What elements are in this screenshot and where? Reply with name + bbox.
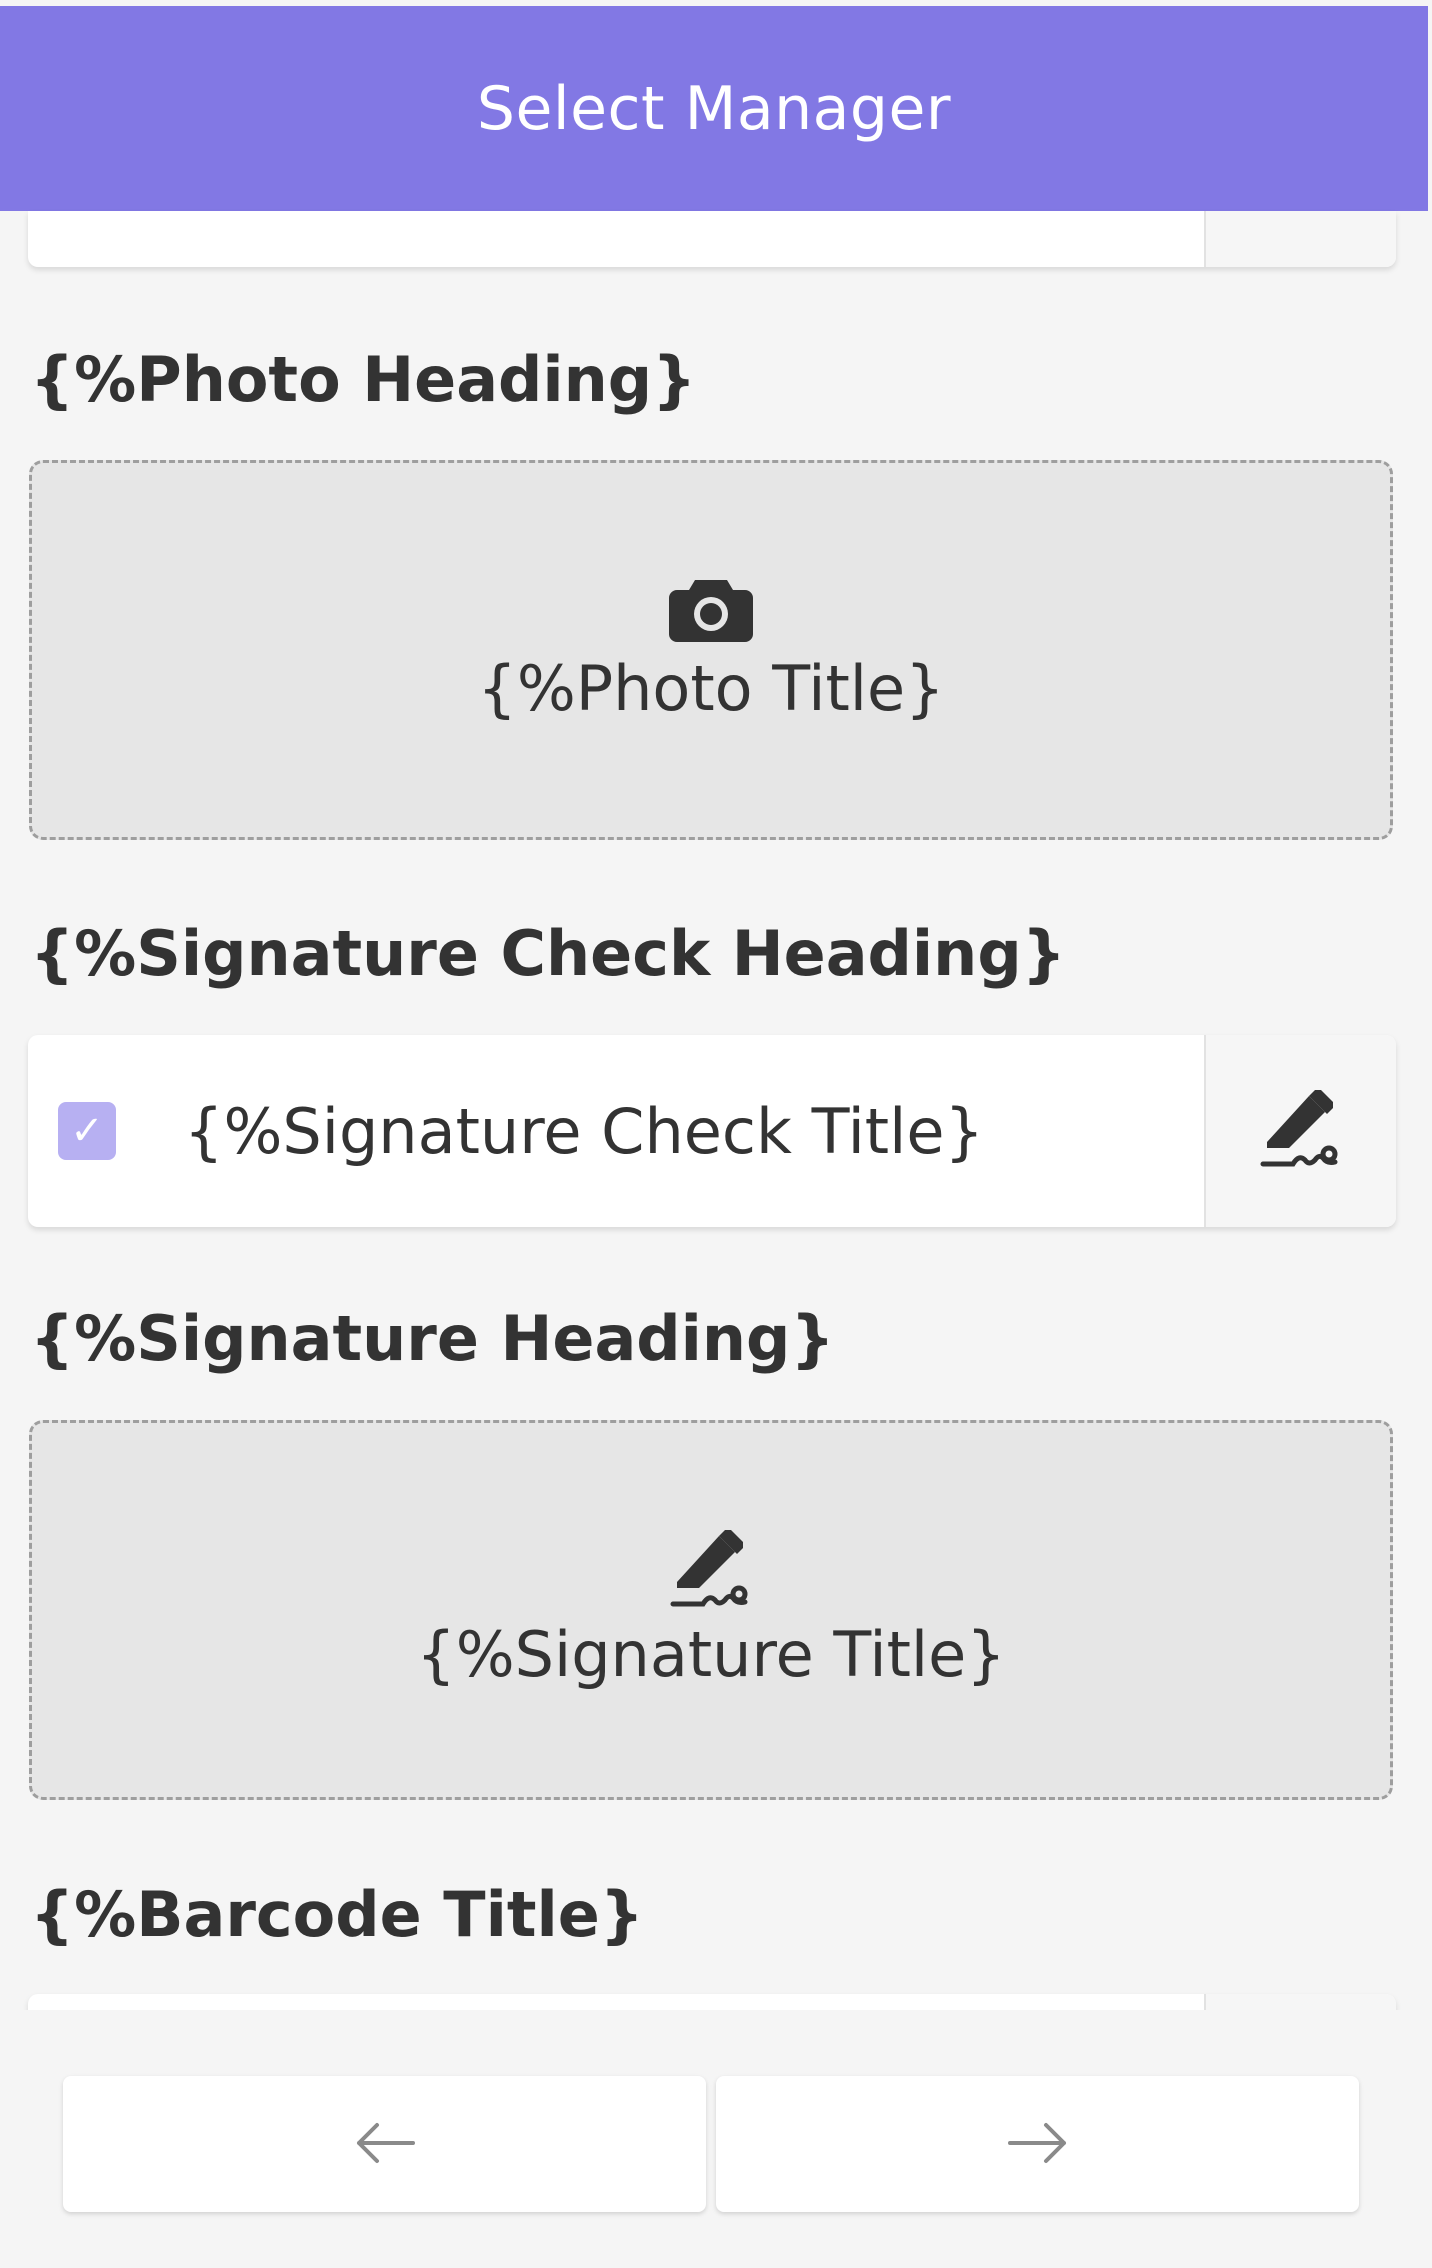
- signature-dropzone[interactable]: {%Signature Title}: [29, 1420, 1393, 1800]
- signature-title: {%Signature Title}: [416, 1617, 1006, 1691]
- signature-check-heading: {%Signature Check Heading}: [30, 917, 1066, 990]
- next-button[interactable]: [716, 2076, 1359, 2212]
- previous-button[interactable]: [63, 2076, 706, 2212]
- signature-icon: [1259, 1090, 1343, 1172]
- app-header: Select Manager: [0, 6, 1428, 211]
- signature-icon: [669, 1529, 753, 1612]
- arrow-left-icon: [355, 2107, 415, 2181]
- photo-title: {%Photo Title}: [477, 651, 945, 725]
- signature-heading: {%Signature Heading}: [30, 1302, 835, 1375]
- camera-icon: [669, 576, 753, 646]
- signature-check-checkbox[interactable]: ✓: [58, 1102, 116, 1160]
- arrow-right-icon: [1007, 2107, 1068, 2181]
- previous-field-row: [28, 211, 1396, 267]
- photo-dropzone[interactable]: {%Photo Title}: [29, 460, 1393, 840]
- signature-check-button[interactable]: [1204, 1035, 1396, 1227]
- previous-field-side[interactable]: [1204, 211, 1396, 267]
- photo-heading: {%Photo Heading}: [30, 343, 697, 416]
- barcode-title: {%Barcode Title}: [30, 1878, 644, 1951]
- previous-field-input[interactable]: [28, 211, 1204, 267]
- page-title: Select Manager: [476, 73, 952, 144]
- signature-check-row: ✓ {%Signature Check Title}: [28, 1035, 1396, 1227]
- signature-check-title: {%Signature Check Title}: [184, 1094, 984, 1168]
